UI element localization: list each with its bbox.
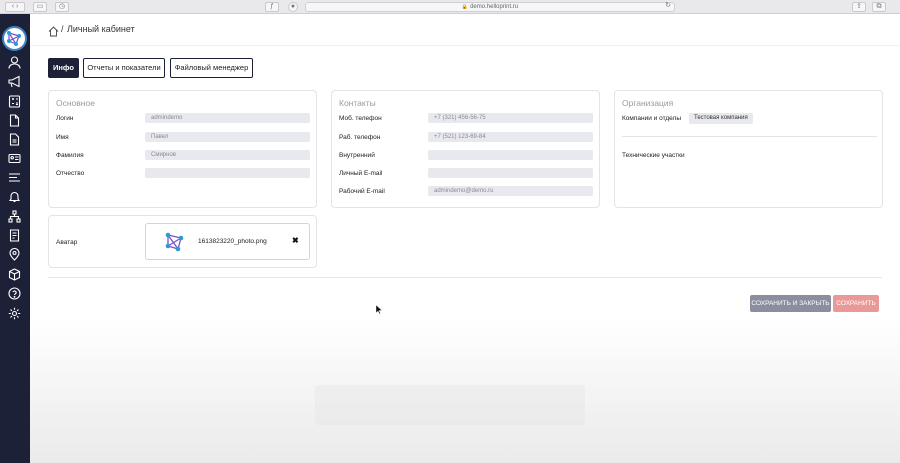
share-icon[interactable]: ⇪ — [852, 2, 866, 12]
app-logo[interactable] — [2, 26, 27, 51]
middle-name-input[interactable] — [145, 168, 310, 178]
video-overlay — [315, 385, 585, 425]
work-email-input[interactable]: admindemo@demo.ru — [428, 186, 593, 196]
history-icon[interactable]: ◷ — [55, 2, 69, 12]
browser-toolbar: ‹ › ▭ ◷ ƒ ● 🔒 demo.helloprint.ru ↻ ⇪ ⧉ — [0, 0, 900, 14]
last-name-input[interactable]: Смирнов — [145, 150, 310, 160]
tabs-icon[interactable]: ⧉ — [872, 2, 886, 12]
sitemap-icon[interactable] — [8, 210, 21, 223]
user-icon[interactable] — [8, 56, 21, 69]
id-card-icon[interactable] — [8, 152, 21, 165]
organization-card-title: Организация — [622, 98, 674, 108]
document-icon[interactable] — [8, 114, 21, 127]
calculator-icon[interactable] — [8, 95, 21, 108]
avatar-file[interactable]: 1613823220_photo.png ✖ — [145, 223, 310, 260]
personal-email-input[interactable] — [428, 168, 593, 178]
avatar-file-name: 1613823220_photo.png — [198, 238, 267, 245]
first-name-label: Имя — [56, 134, 69, 141]
internal-phone-input[interactable] — [428, 150, 593, 160]
basic-info-card: Основное Логин admindemo Имя Павел Фамил… — [48, 90, 317, 208]
report-icon[interactable] — [8, 229, 21, 242]
mobile-phone-input[interactable]: +7 (321) 456-56-75 — [428, 113, 593, 123]
box-icon[interactable] — [8, 268, 21, 281]
sidebar-toggle-icon[interactable]: ▭ — [33, 2, 47, 12]
extension-icon[interactable]: ● — [288, 2, 298, 12]
mobile-phone-label: Моб. телефон — [339, 115, 382, 122]
logo-network-icon — [7, 31, 21, 46]
sidebar — [0, 14, 30, 463]
tab-file-manager[interactable]: Файловый менеджер — [170, 58, 253, 78]
avatar-label: Аватар — [56, 239, 78, 246]
contacts-card-title: Контакты — [339, 98, 376, 108]
reload-icon[interactable]: ↻ — [663, 2, 673, 12]
tab-info[interactable]: Инфо — [48, 58, 79, 78]
content-divider — [48, 277, 882, 278]
remove-file-icon[interactable]: ✖ — [292, 236, 299, 245]
tab-reports[interactable]: Отчеты и показатели — [83, 58, 165, 78]
url-text: demo.helloprint.ru — [470, 4, 519, 10]
last-name-label: Фамилия — [56, 152, 84, 159]
avatar-thumbnail-icon — [162, 229, 188, 255]
page-title: Личный кабинет — [67, 24, 135, 34]
gear-icon[interactable] — [8, 307, 21, 320]
work-email-label: Рабочий E-mail — [339, 188, 385, 195]
help-icon[interactable] — [8, 287, 21, 300]
page-header: / Личный кабинет — [30, 14, 900, 46]
breadcrumb-separator: / — [61, 24, 64, 34]
organization-divider — [622, 136, 877, 137]
technical-sites-label: Технические участки — [622, 152, 685, 159]
company-badge[interactable]: Тестовая компания — [689, 113, 753, 124]
login-label: Логин — [56, 115, 74, 122]
address-bar[interactable]: 🔒 demo.helloprint.ru — [305, 2, 675, 12]
contacts-card: Контакты Моб. телефон +7 (321) 456-56-75… — [331, 90, 600, 208]
middle-name-label: Отчество — [56, 170, 85, 177]
file-text-icon[interactable] — [8, 133, 21, 146]
basic-card-title: Основное — [56, 98, 95, 108]
megaphone-icon[interactable] — [8, 75, 21, 88]
companies-label: Компании и отделы — [622, 115, 681, 122]
work-phone-input[interactable]: +7 (521) 123-69-84 — [428, 132, 593, 142]
map-pin-icon[interactable] — [8, 248, 21, 261]
reader-icon[interactable]: ƒ — [265, 2, 279, 12]
avatar-card: Аватар 1613823220_photo.png ✖ — [48, 215, 317, 268]
back-forward-icon[interactable]: ‹ › — [5, 2, 25, 12]
list-icon[interactable] — [8, 171, 21, 184]
mouse-cursor-icon — [375, 301, 383, 315]
bell-icon[interactable] — [8, 190, 21, 203]
login-input[interactable]: admindemo — [145, 113, 310, 123]
personal-email-label: Личный E-mail — [339, 170, 383, 177]
save-and-close-button[interactable]: СОХРАНИТЬ И ЗАКРЫТЬ — [750, 295, 831, 312]
organization-card: Организация Компании и отделы Тестовая к… — [614, 90, 883, 208]
work-phone-label: Раб. телефон — [339, 134, 381, 141]
save-button[interactable]: СОХРАНИТЬ — [833, 295, 879, 312]
first-name-input[interactable]: Павел — [145, 132, 310, 142]
internal-phone-label: Внутренний — [339, 152, 375, 159]
lock-icon: 🔒 — [461, 4, 469, 10]
home-icon[interactable] — [48, 24, 59, 37]
